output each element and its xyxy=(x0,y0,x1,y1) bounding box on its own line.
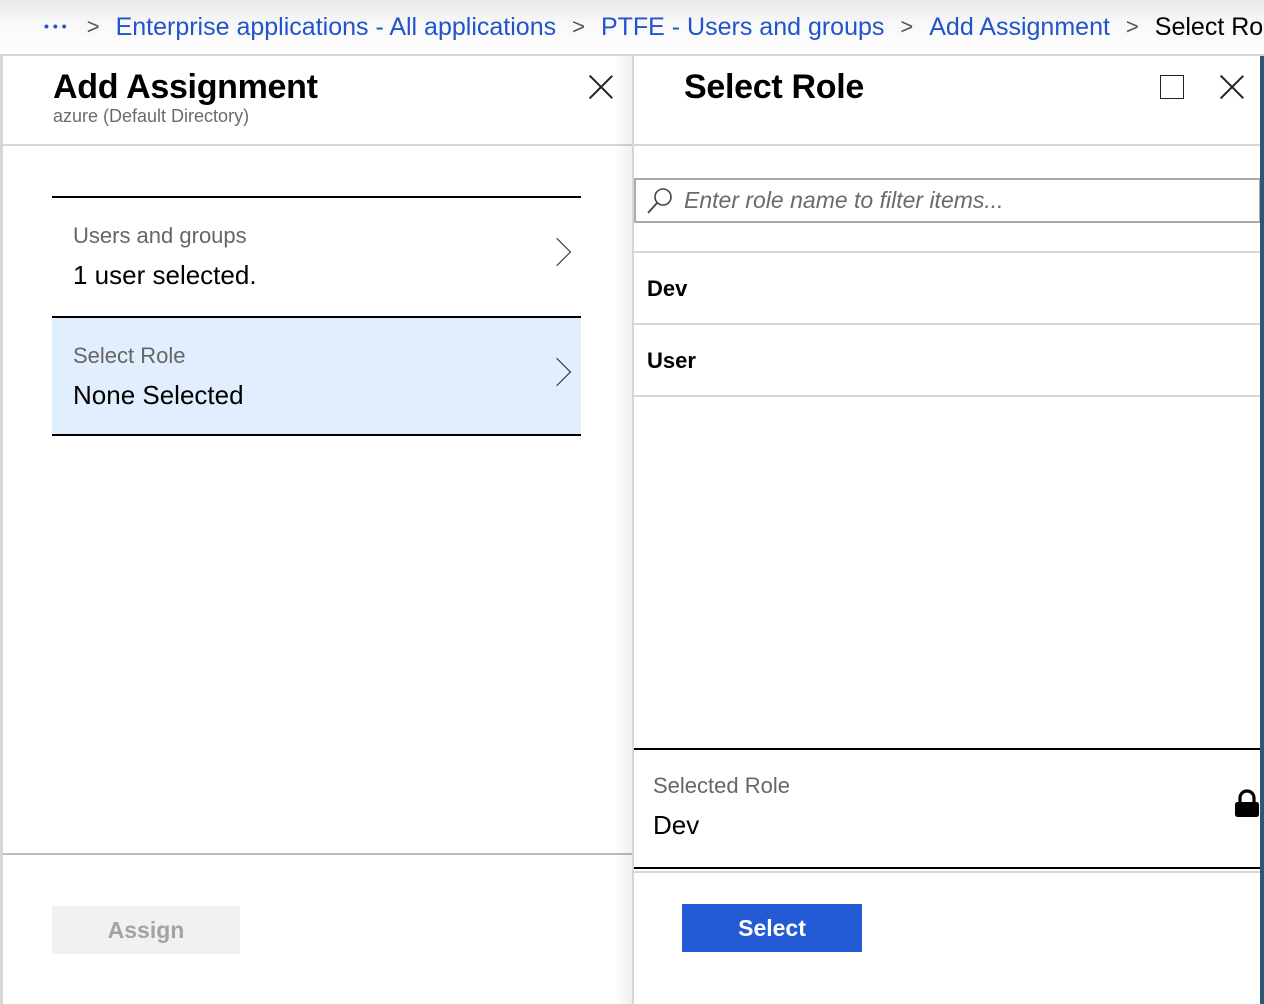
field-value: Dev xyxy=(653,810,700,840)
select-role-field[interactable]: Select Role None Selected xyxy=(52,316,581,436)
field-label: Selected Role xyxy=(653,773,790,798)
field-label: Select Role xyxy=(73,343,186,368)
blade-header: Select Role xyxy=(634,56,1260,146)
field-label: Users and groups xyxy=(73,223,247,248)
add-assignment-blade: Add Assignment azure (Default Directory)… xyxy=(0,56,632,1004)
close-icon[interactable] xyxy=(588,74,614,100)
field-value: None Selected xyxy=(73,380,244,410)
blade-header: Add Assignment azure (Default Directory) xyxy=(3,56,632,146)
role-filter-input[interactable] xyxy=(684,180,1254,221)
select-role-blade: Select Role Dev User Selected Role Dev S… xyxy=(632,56,1261,1004)
role-filter-search[interactable] xyxy=(634,178,1261,223)
role-name: Dev xyxy=(647,276,688,301)
chevron-right-icon xyxy=(542,237,572,267)
breadcrumb-link-add-assignment[interactable]: Add Assignment xyxy=(929,13,1110,42)
assign-button[interactable]: Assign xyxy=(52,906,240,954)
selected-role-field: Selected Role Dev xyxy=(634,748,1260,869)
chevron-right-icon: > xyxy=(900,14,914,39)
divider xyxy=(634,871,1260,873)
chevron-right-icon xyxy=(542,357,572,387)
chevron-right-icon: > xyxy=(572,14,585,39)
field-value: 1 user selected. xyxy=(73,260,257,290)
scrollbar[interactable] xyxy=(1260,56,1264,1004)
select-button[interactable]: Select xyxy=(682,904,862,952)
chevron-right-icon: > xyxy=(1125,14,1139,39)
users-and-groups-field[interactable]: Users and groups 1 user selected. xyxy=(52,196,581,316)
breadcrumb: ••• > Enterprise applications - All appl… xyxy=(0,0,1264,56)
chevron-right-icon: > xyxy=(86,14,100,39)
page-title: Select Role xyxy=(684,68,864,106)
blade-subtitle: azure (Default Directory) xyxy=(53,106,250,126)
search-icon xyxy=(647,188,672,214)
breadcrumb-ellipsis[interactable]: ••• xyxy=(44,18,71,34)
page-title: Add Assignment xyxy=(53,68,318,106)
maximize-icon[interactable] xyxy=(1160,75,1184,99)
breadcrumb-current: Select Role xyxy=(1154,12,1264,41)
breadcrumb-link-enterprise-applications[interactable]: Enterprise applications - All applicatio… xyxy=(116,13,557,42)
breadcrumb-link-users-and-groups[interactable]: PTFE - Users and groups xyxy=(601,13,884,42)
divider xyxy=(3,853,632,855)
lock-icon xyxy=(1235,789,1259,817)
role-list-item[interactable]: Dev xyxy=(634,253,1260,325)
close-icon[interactable] xyxy=(1219,74,1245,100)
role-list-item[interactable]: User xyxy=(634,325,1260,397)
role-name: User xyxy=(647,348,696,373)
